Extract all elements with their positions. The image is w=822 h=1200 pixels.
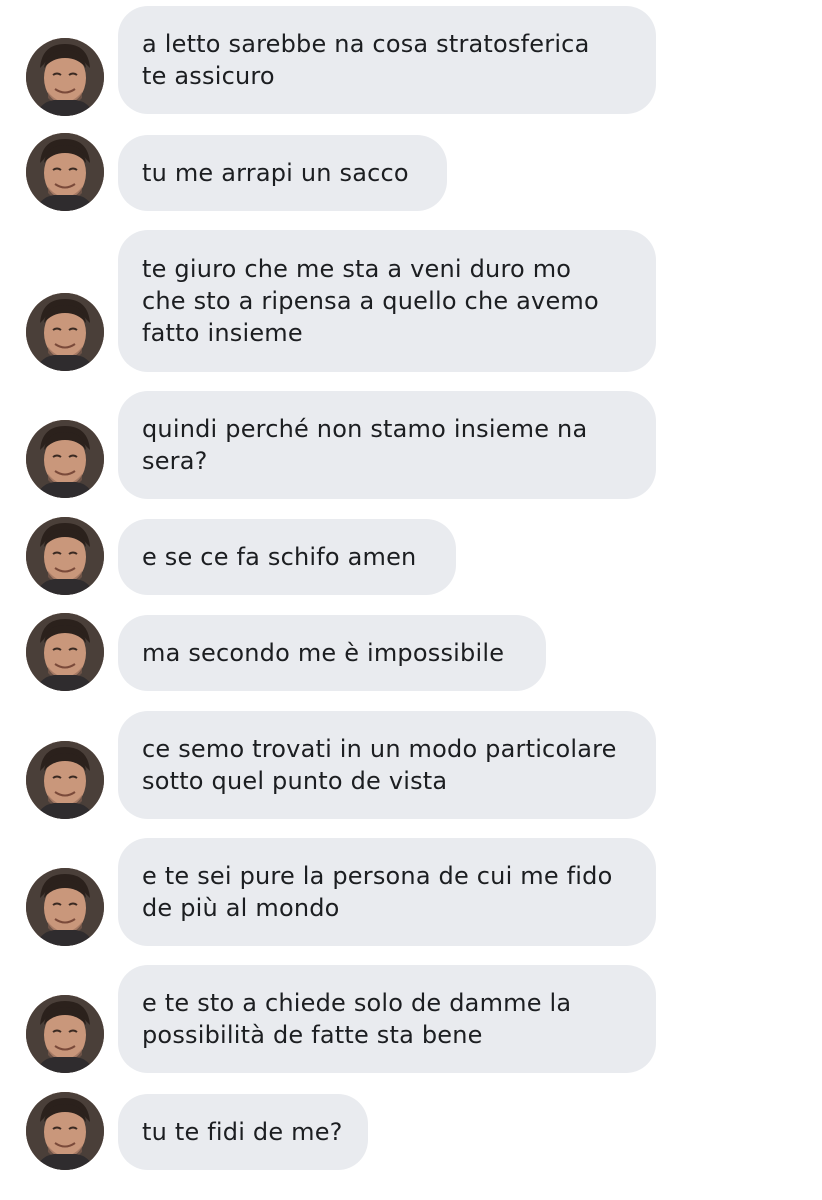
message-row: a letto sarebbe na cosa stratosferica te… — [0, 6, 822, 116]
message-bubble: ma secondo me è impossibile — [118, 615, 546, 691]
message-bubble: e te sei pure la persona de cui me fido … — [118, 838, 656, 946]
avatar-face-icon — [26, 293, 104, 371]
avatar-face-icon — [26, 1092, 104, 1170]
avatar[interactable] — [26, 517, 104, 595]
avatar[interactable] — [26, 293, 104, 371]
message-row: quindi perché non stamo insieme na sera? — [0, 391, 822, 499]
message-row: te giuro che me sta a veni duro mo che s… — [0, 230, 822, 372]
message-row: e te sei pure la persona de cui me fido … — [0, 838, 822, 946]
message-bubble: tu me arrapi un sacco — [118, 135, 447, 211]
message-row: tu te fidi de me? — [0, 1092, 822, 1170]
avatar[interactable] — [26, 38, 104, 116]
avatar-face-icon — [26, 995, 104, 1073]
message-row: e se ce fa schifo amen — [0, 517, 822, 595]
message-bubble: te giuro che me sta a veni duro mo che s… — [118, 230, 656, 372]
avatar-face-icon — [26, 38, 104, 116]
avatar-face-icon — [26, 517, 104, 595]
avatar[interactable] — [26, 420, 104, 498]
avatar[interactable] — [26, 1092, 104, 1170]
message-row: tu me arrapi un sacco — [0, 133, 822, 211]
message-bubble: e se ce fa schifo amen — [118, 519, 456, 595]
avatar-face-icon — [26, 133, 104, 211]
message-row: ma secondo me è impossibile — [0, 613, 822, 691]
message-bubble: a letto sarebbe na cosa stratosferica te… — [118, 6, 656, 114]
message-thread: a letto sarebbe na cosa stratosferica te… — [0, 0, 822, 1200]
message-bubble: tu te fidi de me? — [118, 1094, 368, 1170]
avatar[interactable] — [26, 868, 104, 946]
avatar-face-icon — [26, 868, 104, 946]
avatar[interactable] — [26, 995, 104, 1073]
message-row: ce semo trovati in un modo particolare s… — [0, 711, 822, 819]
avatar[interactable] — [26, 741, 104, 819]
avatar-face-icon — [26, 613, 104, 691]
avatar[interactable] — [26, 613, 104, 691]
avatar-face-icon — [26, 741, 104, 819]
avatar-face-icon — [26, 420, 104, 498]
avatar[interactable] — [26, 133, 104, 211]
message-bubble: e te sto a chiede solo de damme la possi… — [118, 965, 656, 1073]
message-row: e te sto a chiede solo de damme la possi… — [0, 965, 822, 1073]
message-bubble: ce semo trovati in un modo particolare s… — [118, 711, 656, 819]
message-bubble: quindi perché non stamo insieme na sera? — [118, 391, 656, 499]
